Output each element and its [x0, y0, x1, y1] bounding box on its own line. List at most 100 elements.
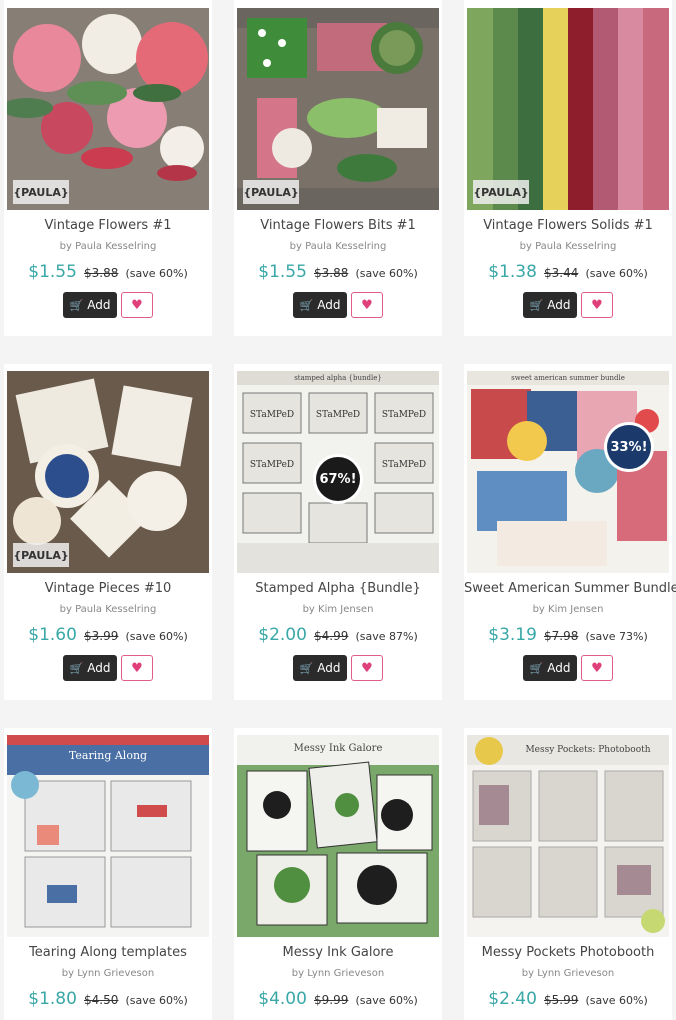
- price-row: $1.80 $4.50 (save 60%): [4, 989, 212, 1011]
- add-button-label: Add: [87, 298, 111, 312]
- savings-label: (save 73%): [585, 630, 648, 643]
- heart-icon: ♥: [591, 660, 603, 676]
- product-thumbnail[interactable]: {PAULA}: [7, 371, 209, 573]
- product-thumbnail[interactable]: {PAULA}: [237, 8, 439, 210]
- original-price: $4.50: [84, 993, 119, 1007]
- thumb-header: sweet american summer bundle: [511, 374, 625, 382]
- sale-price: $1.38: [488, 262, 537, 282]
- discount-badge: 33%!: [607, 425, 651, 469]
- savings-label: (save 60%): [125, 994, 188, 1007]
- product-actions: 🛒 Add ♥: [4, 292, 212, 320]
- product-card: Tearing Along Tearing Along templates by…: [4, 728, 212, 1020]
- product-author[interactable]: by Lynn Grieveson: [464, 967, 672, 981]
- sale-price: $1.55: [28, 262, 77, 282]
- cart-icon: 🛒: [299, 661, 314, 675]
- savings-label: (save 87%): [355, 630, 418, 643]
- svg-text:STaMPeD: STaMPeD: [250, 460, 294, 470]
- product-title[interactable]: Vintage Flowers Bits #1: [234, 218, 442, 234]
- heart-icon: ♥: [591, 297, 603, 313]
- product-actions: 🛒 Add ♥: [234, 292, 442, 320]
- sale-price: $1.80: [28, 989, 77, 1009]
- add-button-label: Add: [87, 661, 111, 675]
- product-actions: 🛒 Add ♥: [464, 655, 672, 683]
- product-actions: 🛒 Add ♥: [234, 655, 442, 683]
- product-thumbnail[interactable]: Messy Pockets: Photobooth: [467, 735, 669, 937]
- product-title[interactable]: Vintage Pieces #10: [4, 581, 212, 597]
- product-card: sweet american summer bundle 33%! Sweet …: [464, 364, 676, 700]
- add-button-label: Add: [547, 661, 571, 675]
- add-to-cart-button[interactable]: 🛒 Add: [523, 292, 577, 318]
- heart-icon: ♥: [131, 297, 143, 313]
- svg-text:{PAULA}: {PAULA}: [473, 186, 528, 199]
- product-title[interactable]: Sweet American Summer Bundle: [464, 581, 676, 597]
- original-price: $3.44: [544, 266, 579, 280]
- savings-label: (save 60%): [585, 267, 648, 280]
- cart-icon: 🛒: [529, 298, 544, 312]
- price-row: $1.55 $3.88 (save 60%): [234, 262, 442, 284]
- product-thumbnail[interactable]: {PAULA}: [467, 8, 669, 210]
- add-button-label: Add: [547, 298, 571, 312]
- product-card: {PAULA} Vintage Flowers Solids #1 by Pau…: [464, 0, 672, 336]
- wishlist-button[interactable]: ♥: [121, 655, 153, 681]
- product-thumbnail[interactable]: sweet american summer bundle 33%!: [467, 371, 669, 573]
- thumb-header: Messy Pockets: Photobooth: [525, 745, 651, 755]
- product-card: {PAULA} Vintage Flowers Bits #1 by Paula…: [234, 0, 442, 336]
- product-thumbnail[interactable]: Messy Ink Galore: [237, 735, 439, 937]
- svg-text:STaMPeD: STaMPeD: [316, 410, 360, 420]
- heart-icon: ♥: [361, 660, 373, 676]
- wishlist-button[interactable]: ♥: [581, 655, 613, 681]
- svg-text:{PAULA}: {PAULA}: [13, 186, 68, 199]
- price-row: $1.55 $3.88 (save 60%): [4, 262, 212, 284]
- product-author[interactable]: by Kim Jensen: [234, 603, 442, 617]
- wishlist-button[interactable]: ♥: [351, 292, 383, 318]
- product-author[interactable]: by Paula Kesselring: [464, 240, 672, 254]
- heart-icon: ♥: [361, 297, 373, 313]
- wishlist-button[interactable]: ♥: [351, 655, 383, 681]
- original-price: $5.99: [544, 993, 579, 1007]
- add-button-label: Add: [317, 298, 341, 312]
- product-author[interactable]: by Lynn Grieveson: [234, 967, 442, 981]
- add-to-cart-button[interactable]: 🛒 Add: [63, 655, 117, 681]
- savings-label: (save 60%): [355, 994, 418, 1007]
- add-to-cart-button[interactable]: 🛒 Add: [293, 292, 347, 318]
- product-card: {PAULA} Vintage Flowers #1 by Paula Kess…: [4, 0, 212, 336]
- product-author[interactable]: by Lynn Grieveson: [4, 967, 212, 981]
- product-title[interactable]: Messy Ink Galore: [234, 945, 442, 961]
- sale-price: $1.60: [28, 625, 77, 645]
- svg-text:STaMPeD: STaMPeD: [250, 410, 294, 420]
- thumb-header: stamped alpha {bundle}: [294, 374, 382, 382]
- add-to-cart-button[interactable]: 🛒 Add: [523, 655, 577, 681]
- product-thumbnail[interactable]: Tearing Along: [7, 735, 209, 937]
- price-row: $3.19 $7.98 (save 73%): [464, 625, 672, 647]
- product-author[interactable]: by Paula Kesselring: [234, 240, 442, 254]
- svg-text:STaMPeD: STaMPeD: [382, 460, 426, 470]
- sale-price: $2.40: [488, 989, 537, 1009]
- product-author[interactable]: by Paula Kesselring: [4, 603, 212, 617]
- product-title[interactable]: Vintage Flowers #1: [4, 218, 212, 234]
- add-to-cart-button[interactable]: 🛒 Add: [63, 292, 117, 318]
- thumb-header: Tearing Along: [68, 749, 148, 762]
- product-actions: 🛒 Add ♥: [4, 655, 212, 683]
- svg-text:{PAULA}: {PAULA}: [13, 549, 68, 562]
- product-thumbnail[interactable]: STaMPeD STaMPeD STaMPeD STaMPeD STaMPeD …: [237, 371, 439, 573]
- savings-label: (save 60%): [125, 267, 188, 280]
- original-price: $3.99: [84, 629, 119, 643]
- svg-text:{PAULA}: {PAULA}: [243, 186, 298, 199]
- product-actions: 🛒 Add ♥: [464, 292, 672, 320]
- wishlist-button[interactable]: ♥: [581, 292, 613, 318]
- product-author[interactable]: by Paula Kesselring: [4, 240, 212, 254]
- product-thumbnail[interactable]: {PAULA}: [7, 8, 209, 210]
- savings-label: (save 60%): [125, 630, 188, 643]
- product-card: STaMPeD STaMPeD STaMPeD STaMPeD STaMPeD …: [234, 364, 442, 700]
- wishlist-button[interactable]: ♥: [121, 292, 153, 318]
- add-to-cart-button[interactable]: 🛒 Add: [293, 655, 347, 681]
- product-title[interactable]: Vintage Flowers Solids #1: [464, 218, 672, 234]
- product-title[interactable]: Tearing Along templates: [4, 945, 212, 961]
- product-title[interactable]: Stamped Alpha {Bundle}: [234, 581, 442, 597]
- svg-text:STaMPeD: STaMPeD: [382, 410, 426, 420]
- product-card: {PAULA} Vintage Pieces #10 by Paula Kess…: [4, 364, 212, 700]
- heart-icon: ♥: [131, 660, 143, 676]
- product-author[interactable]: by Kim Jensen: [464, 603, 672, 617]
- product-title[interactable]: Messy Pockets Photobooth: [464, 945, 672, 961]
- add-button-label: Add: [317, 661, 341, 675]
